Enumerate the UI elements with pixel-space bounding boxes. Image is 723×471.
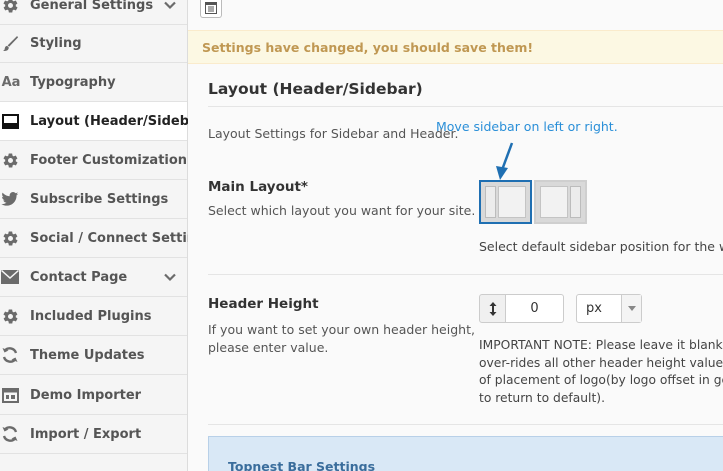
layout-sidebar-block: [485, 186, 496, 218]
row-divider: [208, 274, 723, 275]
panel-title: Topnest Bar Settings: [228, 459, 376, 471]
gear-icon: [1, 0, 19, 14]
header-height-unit-select[interactable]: px: [576, 294, 642, 323]
sidebar-item-label: Contact Page: [30, 269, 128, 285]
unit-select-value: px: [586, 301, 602, 316]
refresh-icon: [1, 346, 19, 364]
sidebar-item-contact-page[interactable]: Contact Page: [0, 258, 187, 297]
sidebar-item-label: Demo Importer: [30, 387, 142, 403]
vertical-resize-icon: [479, 294, 506, 323]
header-height-description: If you want to set your own header heigh…: [208, 321, 475, 357]
annotation-callout: Move sidebar on left or right.: [436, 119, 618, 134]
sidebar-item-layout[interactable]: Layout (Header/Sidebar): [0, 102, 210, 141]
description-line: If you want to set your own header heigh…: [208, 322, 475, 337]
twitter-bird-icon: [1, 190, 19, 208]
expand-toggle-button[interactable]: [200, 0, 222, 18]
chevron-down-icon: [162, 0, 178, 13]
main-layout-help: Select default sidebar position for the …: [479, 239, 723, 254]
gear-icon: [1, 151, 19, 169]
settings-content: Settings have changed, you should save t…: [188, 0, 723, 471]
sidebar-item-label: Footer Customization: [30, 152, 188, 168]
topnest-bar-settings-panel[interactable]: Topnest Bar Settings: [208, 436, 723, 471]
sidebar-item-label: General Settings: [30, 0, 154, 13]
layout-option-left-sidebar[interactable]: [479, 180, 532, 224]
sidebar-item-label: Layout (Header/Sidebar): [30, 113, 211, 129]
envelope-icon: [1, 268, 19, 286]
brush-icon: [1, 34, 19, 52]
header-height-important-note: IMPORTANT NOTE: Please leave it blank ov…: [479, 337, 723, 407]
note-line: IMPORTANT NOTE: Please leave it blank: [479, 338, 723, 352]
description-line: please enter value.: [208, 340, 329, 355]
main-layout-description: Select which layout you want for your si…: [208, 203, 476, 218]
panel-icon: [205, 0, 217, 18]
layout-main-block: [540, 186, 568, 218]
caret-down-icon: [621, 295, 641, 322]
sidebar-item-demo-importer[interactable]: Demo Importer: [0, 376, 187, 415]
layout-option-right-sidebar[interactable]: [534, 180, 587, 224]
sidebar-item-styling[interactable]: Styling: [0, 24, 187, 63]
sidebar-item-label: Included Plugins: [30, 308, 152, 324]
annotation-arrow-icon: [496, 142, 514, 180]
sidebar-item-label: Import / Export: [30, 426, 142, 442]
window-icon: [1, 386, 19, 404]
sidebar-item-theme-updates[interactable]: Theme Updates: [0, 336, 187, 375]
sidebar-item-label: Styling: [30, 35, 82, 51]
note-line: to return to default).: [479, 390, 605, 405]
sidebar-item-footer-customization[interactable]: Footer Customization: [0, 141, 187, 180]
note-line: of placement of logo(by logo offset in g…: [479, 373, 723, 387]
sidebar-item-label: Social / Connect Settings: [30, 230, 214, 246]
refresh-icon: [1, 425, 19, 443]
chevron-down-icon: [162, 269, 178, 285]
sidebar-item-import-export[interactable]: Import / Export: [0, 415, 187, 454]
typography-icon: Aa: [0, 73, 22, 91]
layout-main-block: [498, 186, 526, 218]
gear-icon: [1, 229, 19, 247]
header-height-label: Header Height: [208, 296, 319, 312]
gear-icon: [1, 307, 19, 325]
sidebar-item-typography[interactable]: Aa Typography: [0, 63, 187, 102]
note-line: over-rides all other header height value…: [479, 355, 723, 370]
header-height-input-group: [479, 294, 564, 323]
settings-sidebar: General Settings Styling Aa Typography L…: [0, 0, 213, 471]
row-divider: [208, 424, 723, 425]
typography-icon-text: Aa: [1, 74, 21, 90]
unsaved-changes-notice: Settings have changed, you should save t…: [188, 30, 723, 64]
sidebar-item-label: Theme Updates: [30, 347, 145, 363]
sidebar-item-subscribe-settings[interactable]: Subscribe Settings: [0, 180, 187, 219]
section-title: Layout (Header/Sidebar): [208, 80, 423, 98]
section-divider: [208, 106, 723, 107]
header-height-input[interactable]: [506, 294, 564, 323]
layout-sidebar-block: [570, 186, 581, 218]
sidebar-item-included-plugins[interactable]: Included Plugins: [0, 297, 187, 336]
layout-icon: [1, 112, 19, 130]
section-description: Layout Settings for Sidebar and Header.: [208, 126, 459, 141]
sidebar-item-social-connect-settings[interactable]: Social / Connect Settings: [0, 219, 213, 258]
main-layout-label: Main Layout*: [208, 179, 308, 195]
sidebar-item-general-settings[interactable]: General Settings: [0, 0, 187, 25]
sidebar-item-label: Subscribe Settings: [30, 191, 169, 207]
sidebar-item-label: Typography: [30, 74, 116, 90]
